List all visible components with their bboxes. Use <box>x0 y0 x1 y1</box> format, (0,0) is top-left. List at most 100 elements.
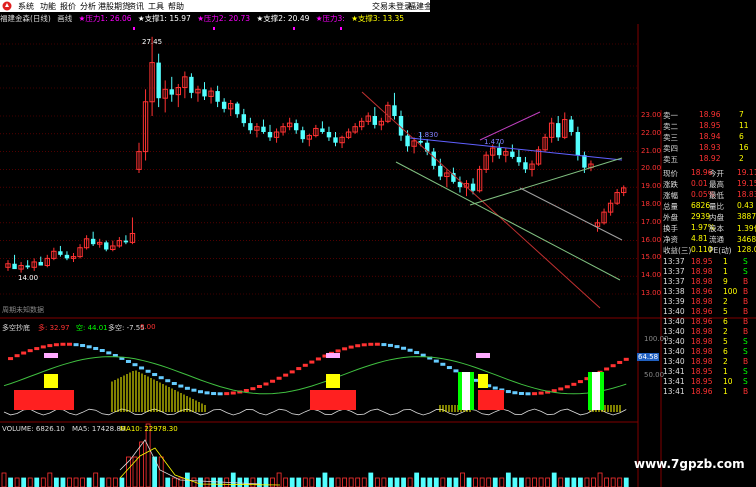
volume-bar <box>610 477 616 487</box>
indicator-step <box>610 364 616 368</box>
candle-body <box>189 76 194 93</box>
tick-volume: 2 <box>723 327 728 336</box>
price-tick-label: 23.00 <box>641 111 662 119</box>
tick-volume: 2 <box>723 357 728 366</box>
signal-mark <box>293 27 295 30</box>
volume-bar <box>617 477 623 487</box>
indicator-step <box>604 367 610 371</box>
tick-price: 18.98 <box>691 327 713 336</box>
candle-body <box>235 103 240 115</box>
volume-bar <box>60 477 66 487</box>
volume-bar <box>538 477 544 487</box>
stat-key: 外盘 <box>663 213 678 222</box>
volume-bar <box>394 477 400 487</box>
red-signal-block <box>14 390 74 410</box>
candle-body <box>267 132 273 138</box>
indicator-current-marker: 64.58 <box>637 353 660 361</box>
candle-body <box>405 135 410 147</box>
stat-key: 内盘 <box>709 213 724 222</box>
volume-bar <box>525 477 531 487</box>
volume-bar <box>40 477 46 487</box>
quote-stat-row: 换手1.97%股本1.39亿 <box>661 223 756 233</box>
indicator-step <box>204 391 210 395</box>
tick-side: S <box>743 367 748 376</box>
price-tick-label: 21.00 <box>641 146 662 155</box>
quote-level-vol: 7 <box>739 110 744 119</box>
signal-mark <box>133 27 135 30</box>
tick-row: 13:41 18.95 1 S <box>661 367 756 377</box>
tick-time: 13:40 <box>663 347 685 356</box>
candle-body <box>215 91 220 102</box>
quote-level-vol: 16 <box>739 143 749 152</box>
indicator-step <box>276 376 282 380</box>
tick-volume: 100 <box>723 287 738 296</box>
tick-time: 13:39 <box>663 297 685 306</box>
indicator-step <box>106 351 112 355</box>
volume-bar <box>243 477 249 487</box>
volume-bar <box>532 477 537 487</box>
volume-bar <box>446 477 452 487</box>
indicator-step <box>518 391 524 395</box>
volume-bar <box>204 477 210 487</box>
volume-bar <box>571 477 577 487</box>
tick-time: 13:40 <box>663 337 685 346</box>
indicator-step <box>394 345 400 349</box>
volume-bar <box>73 477 79 487</box>
candle-body <box>569 119 574 133</box>
candle-body <box>156 62 161 99</box>
candle-body <box>300 130 305 140</box>
indicator-step <box>263 382 269 386</box>
indicator-line-green <box>3 356 627 395</box>
trendline-green-low <box>395 161 621 281</box>
candle-body <box>372 116 377 125</box>
volume-bar <box>623 477 629 487</box>
trendline-green-up <box>469 157 623 206</box>
tick-price: 18.95 <box>691 367 713 376</box>
tick-time: 13:40 <box>663 327 685 336</box>
tick-side: S <box>743 337 748 346</box>
indicator-step <box>40 345 46 349</box>
low-price-label: 14.00 <box>18 274 39 282</box>
candle-body <box>320 128 325 133</box>
quote-stat-row: 总量 6826 量比 0.43 <box>661 201 756 211</box>
tick-time: 13:40 <box>663 357 685 366</box>
quote-level-vol: 2 <box>739 154 744 163</box>
indicator-step <box>243 389 249 393</box>
quote-stat-row: 外盘 2939 内盘 3887 <box>661 212 756 222</box>
tick-row: 13:40 18.98 2 B <box>661 357 756 367</box>
tick-price: 18.95 <box>691 257 713 266</box>
tick-side: B <box>743 357 749 366</box>
indicator-step <box>99 349 105 353</box>
volume-bar <box>34 477 40 487</box>
volume-bar <box>486 477 492 487</box>
indicator-step <box>453 369 459 373</box>
stat-key: 流通 <box>709 235 724 244</box>
quote-sell-row: 卖五 18.92 2 <box>661 154 756 164</box>
yellow-signal-block <box>44 374 58 388</box>
tick-time: 13:40 <box>663 317 685 326</box>
trendline-label-1: 1.830 <box>418 131 439 139</box>
volume-bar <box>368 472 374 487</box>
candle-body <box>510 151 515 157</box>
tick-side: S <box>743 347 748 356</box>
indicator-step <box>152 373 158 377</box>
volume-bar <box>427 477 433 487</box>
candle-body <box>326 132 332 138</box>
red-signal-block <box>310 390 356 410</box>
volume-bar <box>93 472 99 487</box>
indicator-step <box>538 391 544 395</box>
volume-bar <box>381 477 387 487</box>
volume-bar <box>289 477 295 487</box>
red-signal-block <box>478 390 504 410</box>
indicator-step <box>387 343 393 347</box>
quote-level-vol: 6 <box>739 132 744 141</box>
volume-bar <box>564 477 570 487</box>
volume-bar <box>119 477 125 487</box>
volume-bar <box>8 477 13 487</box>
stat-value: 3468万 <box>737 235 756 244</box>
quote-level-name: 卖五 <box>663 155 678 164</box>
quote-level-vol: 11 <box>739 121 749 130</box>
stat-key: 股本 <box>709 224 724 233</box>
tick-time: 13:40 <box>663 307 685 316</box>
volume-bar <box>551 472 557 487</box>
